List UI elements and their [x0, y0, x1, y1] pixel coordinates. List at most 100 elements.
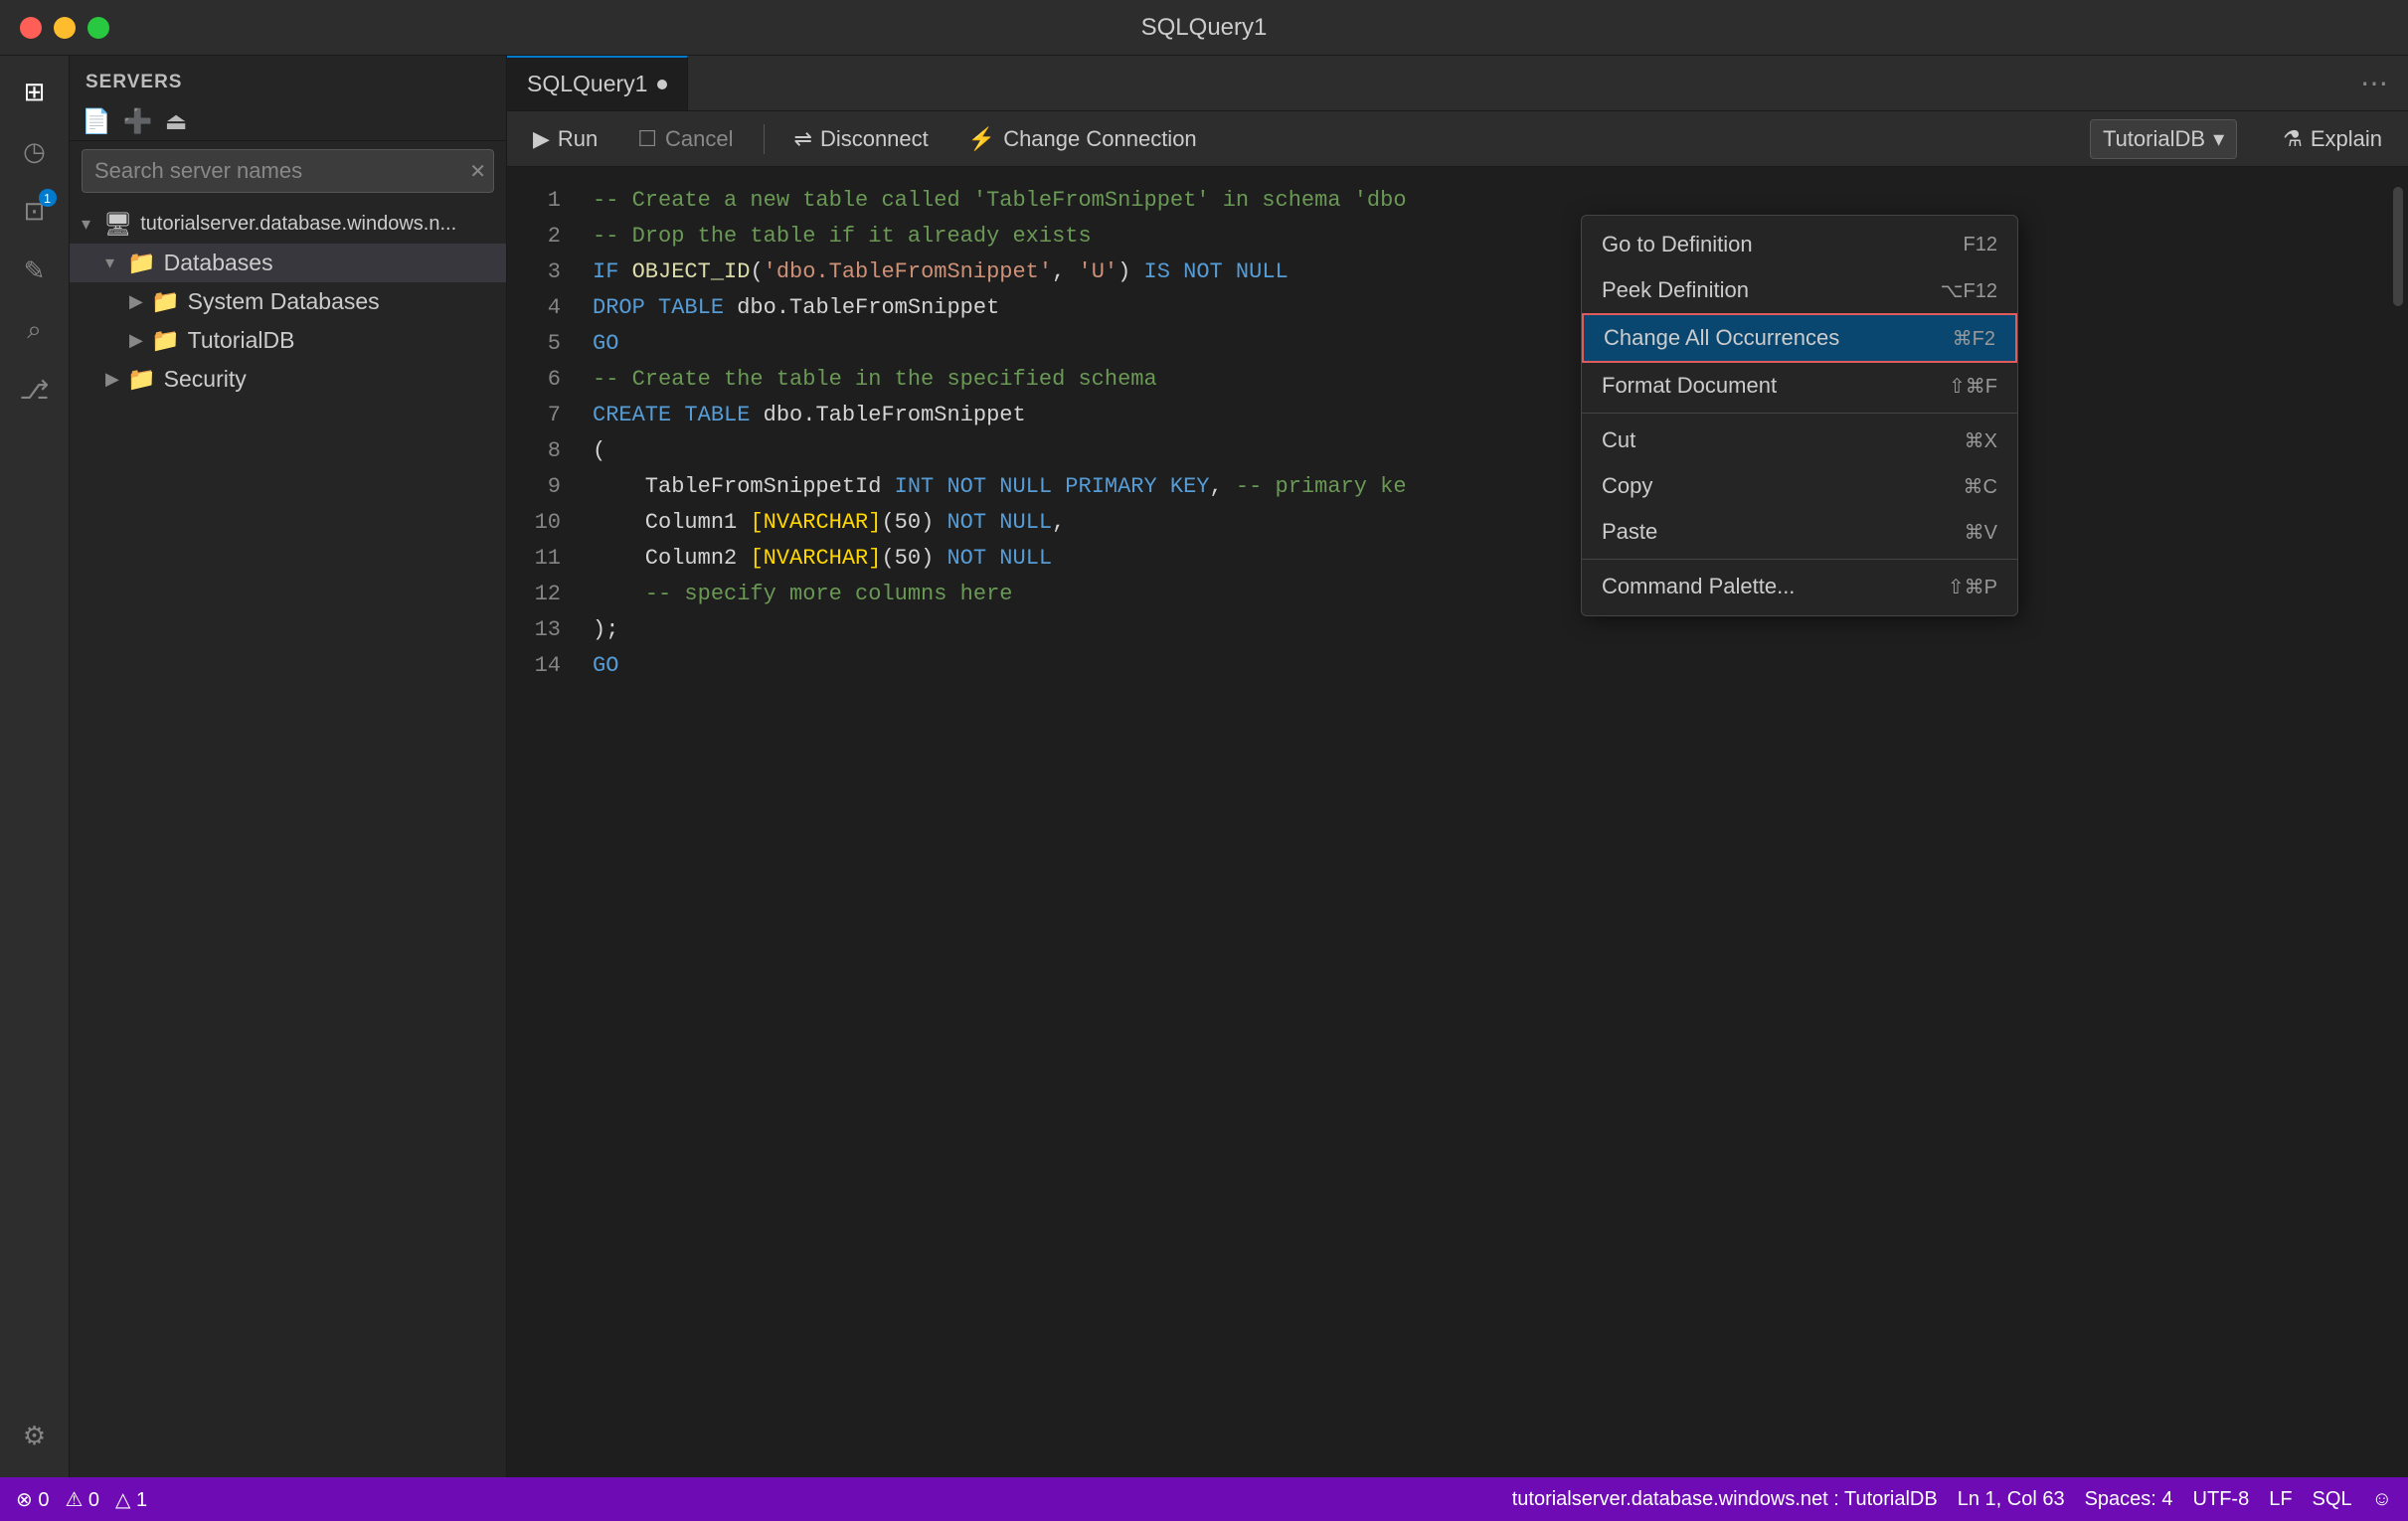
code-line: -- specify more columns here [593, 577, 2388, 612]
code-line: ( [593, 433, 2388, 469]
ctx-go-to-def[interactable]: Go to Definition F12 [1582, 222, 2017, 267]
minimize-button[interactable] [54, 17, 76, 39]
settings-icon[interactable]: ⚙ [9, 1410, 61, 1461]
database-name: TutorialDB [2103, 126, 2205, 152]
status-info[interactable]: △ 1 [115, 1487, 147, 1512]
scrollbar-thumb[interactable] [2393, 187, 2403, 306]
sidebar: SERVERS 📄 ➕ ⏏ ✕ ▾ 🖥 tutorialserver.datab… [70, 56, 507, 1477]
ctx-peek-def-label: Peek Definition [1602, 277, 1749, 303]
activity-bottom: ⚙ [9, 1410, 61, 1461]
code-line: GO [593, 648, 2388, 684]
tree-item-server[interactable]: ▾ 🖥 tutorialserver.database.windows.n... [70, 205, 506, 244]
status-server[interactable]: tutorialserver.database.windows.net : Tu… [1512, 1488, 1938, 1511]
tab-label: SQLQuery1 [527, 71, 647, 97]
status-bar: ⊗ 0 ⚠ 0 △ 1 tutorialserver.database.wind… [0, 1477, 2408, 1521]
ctx-peek-def-shortcut: ⌥F12 [1940, 278, 1997, 303]
explain-icon: ⚗ [2283, 126, 2303, 152]
expand-arrow: ▶ [129, 330, 151, 351]
ctx-paste-label: Paste [1602, 519, 1657, 545]
folder-icon: 📁 [127, 250, 156, 276]
sidebar-item-git[interactable]: ⎇ [9, 364, 61, 416]
new-query-icon[interactable]: 📄 [82, 107, 111, 136]
sidebar-item-search[interactable]: ⌕ [9, 304, 61, 356]
run-label: Run [558, 126, 598, 152]
tutorialdb-label: TutorialDB [188, 327, 295, 354]
tree-item-tutorialdb[interactable]: ▶ 📁 TutorialDB [70, 321, 506, 360]
dropdown-arrow-icon: ▾ [2213, 126, 2224, 152]
search-clear-icon[interactable]: ✕ [469, 159, 486, 184]
expand-arrow: ▶ [105, 369, 127, 390]
ctx-copy-label: Copy [1602, 473, 1652, 499]
sidebar-toolbar: 📄 ➕ ⏏ [70, 103, 506, 141]
status-left: ⊗ 0 ⚠ 0 △ 1 [16, 1487, 147, 1512]
code-line: -- Create the table in the specified sch… [593, 362, 2388, 398]
tree-area: ▾ 🖥 tutorialserver.database.windows.n...… [70, 201, 506, 1477]
disconnect-icon: ⇌ [794, 126, 812, 152]
search-input[interactable] [82, 149, 494, 193]
status-warnings[interactable]: ⚠ 0 [65, 1487, 99, 1512]
change-conn-icon: ⚡ [968, 126, 995, 152]
tab-sqlquery1[interactable]: SQLQuery1 [507, 56, 688, 110]
status-smiley[interactable]: ☺ [2372, 1488, 2392, 1511]
database-selector[interactable]: TutorialDB ▾ [2090, 119, 2237, 159]
explain-button[interactable]: ⚗ Explain [2273, 120, 2392, 158]
security-label: Security [164, 366, 247, 393]
tree-item-security[interactable]: ▶ 📁 Security [70, 360, 506, 399]
code-line: Column1 [NVARCHAR](50) NOT NULL, [593, 505, 2388, 541]
disconnect-button[interactable]: ⇌ Disconnect [784, 120, 939, 158]
status-right: tutorialserver.database.windows.net : Tu… [1512, 1488, 2392, 1511]
scrollbar[interactable] [2388, 167, 2408, 1477]
code-line: -- Create a new table called 'TableFromS… [593, 183, 2388, 219]
ctx-copy-shortcut: ⌘C [1964, 474, 1997, 499]
titlebar: SQLQuery1 [0, 0, 2408, 56]
code-line: -- Drop the table if it already exists [593, 219, 2388, 254]
status-spaces: Spaces: 4 [2085, 1488, 2173, 1511]
ctx-format-doc-label: Format Document [1602, 373, 1777, 399]
collapse-arrow: ▾ [105, 253, 127, 273]
window-title: SQLQuery1 [1141, 14, 1268, 42]
editor-area: SQLQuery1 ⋯ ▶ Run ☐ Cancel ⇌ Disconnect … [507, 56, 2408, 1477]
status-language[interactable]: SQL [2313, 1488, 2352, 1511]
code-content[interactable]: -- Create a new table called 'TableFromS… [577, 167, 2388, 1477]
more-tabs-button[interactable]: ⋯ [2340, 56, 2408, 110]
cancel-button[interactable]: ☐ Cancel [627, 120, 743, 158]
ctx-change-all-label: Change All Occurrences [1604, 325, 1839, 351]
sidebar-item-query[interactable]: ✎ [9, 245, 61, 296]
ctx-change-all[interactable]: Change All Occurrences ⌘F2 [1582, 313, 2017, 363]
ctx-separator-2 [1582, 559, 2017, 560]
ctx-cut[interactable]: Cut ⌘X [1582, 418, 2017, 463]
ctx-cmd-palette-shortcut: ⇧⌘P [1948, 575, 1997, 599]
status-errors[interactable]: ⊗ 0 [16, 1487, 49, 1512]
change-connection-button[interactable]: ⚡ Change Connection [958, 120, 1207, 158]
ctx-paste-shortcut: ⌘V [1965, 520, 1997, 545]
code-line: CREATE TABLE dbo.TableFromSnippet [593, 398, 2388, 433]
server-label: tutorialserver.database.windows.n... [140, 213, 456, 236]
tab-modified-dot [657, 80, 667, 89]
maximize-button[interactable] [87, 17, 109, 39]
ctx-go-to-def-label: Go to Definition [1602, 232, 1753, 257]
disconnect-icon[interactable]: ⏏ [165, 107, 188, 136]
close-button[interactable] [20, 17, 42, 39]
sidebar-item-history[interactable]: ◷ [9, 125, 61, 177]
ctx-cut-shortcut: ⌘X [1965, 428, 1997, 453]
ctx-copy[interactable]: Copy ⌘C [1582, 463, 2017, 509]
ctx-peek-def[interactable]: Peek Definition ⌥F12 [1582, 267, 2017, 313]
sidebar-item-servers[interactable]: ⊞ [9, 66, 61, 117]
sidebar-item-bookmarks[interactable]: ⊡ 1 [9, 185, 61, 237]
ctx-cmd-palette[interactable]: Command Palette... ⇧⌘P [1582, 564, 2017, 609]
tree-item-system-databases[interactable]: ▶ 📁 System Databases [70, 282, 506, 321]
code-line: ); [593, 612, 2388, 648]
main-layout: ⊞ ◷ ⊡ 1 ✎ ⌕ ⎇ ⚙ SERVERS 📄 ➕ ⏏ ✕ ▾ 🖥 [0, 56, 2408, 1477]
code-line: DROP TABLE dbo.TableFromSnippet [593, 290, 2388, 326]
folder-icon: 📁 [127, 366, 156, 393]
ctx-paste[interactable]: Paste ⌘V [1582, 509, 2017, 555]
disconnect-label: Disconnect [820, 126, 929, 152]
tree-item-databases[interactable]: ▾ 📁 Databases [70, 244, 506, 282]
status-line-ending: LF [2269, 1488, 2292, 1511]
badge: 1 [39, 189, 57, 207]
new-connection-icon[interactable]: ➕ [123, 107, 153, 136]
sidebar-header: SERVERS [70, 56, 506, 103]
run-button[interactable]: ▶ Run [523, 120, 607, 158]
server-icon: 🖥 [103, 211, 132, 238]
ctx-format-doc[interactable]: Format Document ⇧⌘F [1582, 363, 2017, 409]
